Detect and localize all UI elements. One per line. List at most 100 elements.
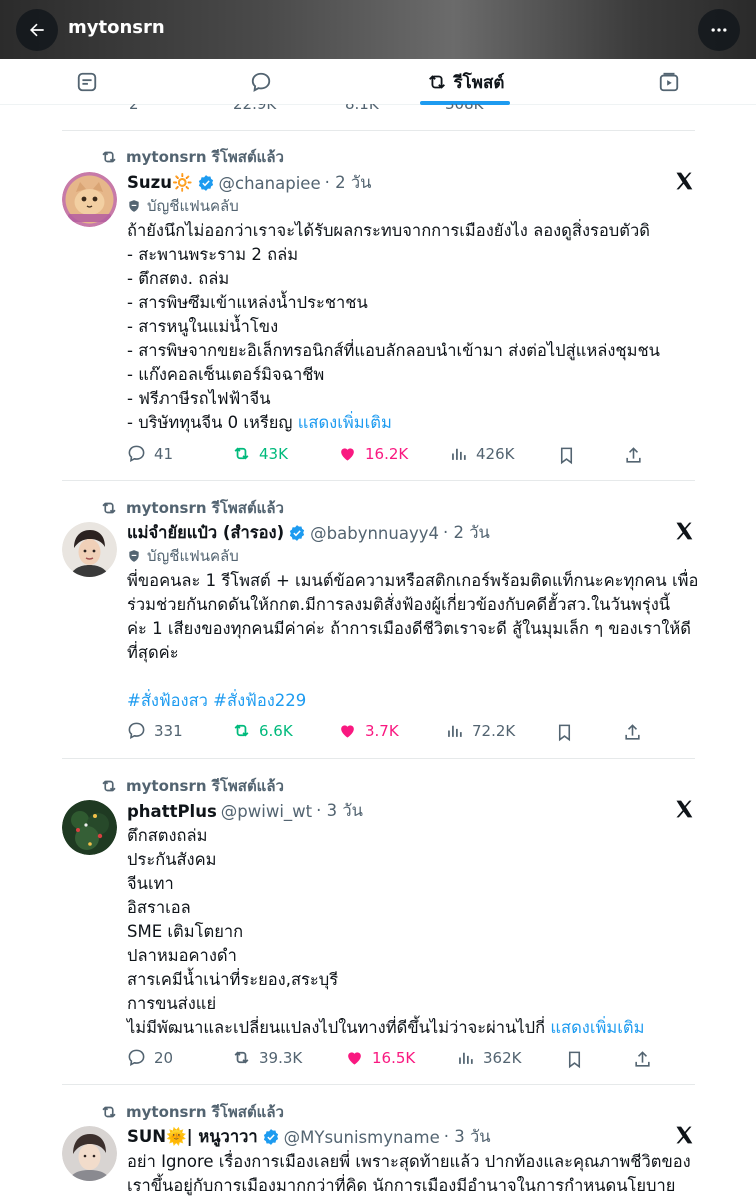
post-card[interactable]: mytonsrn รีโพสต์แล้ว แม่จำยัยแป๋ว (สำรอง…: [0, 480, 756, 758]
views-button[interactable]: 426K: [449, 444, 514, 463]
post-text-line: สารเคมีน้ำเน่าที่ระยอง,สระบุรี: [127, 970, 339, 989]
bookmark-icon[interactable]: [557, 446, 576, 465]
repost-count[interactable]: 22.9K: [233, 104, 276, 113]
repost-context-text: mytonsrn รีโพสต์แล้ว: [126, 777, 284, 795]
post-text-line: อย่า Ignore เรื่องการเมืองเลยพี่ เพราะสุ…: [127, 1152, 691, 1171]
user-handle[interactable]: @MYsunismyname: [284, 1128, 440, 1147]
post-card[interactable]: mytonsrn รีโพสต์แล้ว phattPlus @pwiwi_wt…: [0, 758, 756, 1084]
shield-badge-icon: [129, 550, 139, 562]
repost-icon: [102, 1106, 116, 1118]
repost-icon: [234, 447, 249, 460]
post-header: แม่จำยัยแป๋ว (สำรอง) @babynnuayy4 · 2 วั…: [127, 520, 490, 546]
tab-media[interactable]: [648, 59, 690, 105]
repost-context: mytonsrn รีโพสต์แล้ว: [100, 774, 284, 798]
x-logo-icon[interactable]: [674, 1125, 694, 1145]
post-text-line: การขนส่งแย่: [127, 994, 217, 1013]
post-time: · 2 วัน: [324, 173, 372, 192]
share-icon[interactable]: [633, 1050, 652, 1069]
back-button[interactable]: [16, 9, 58, 51]
display-name[interactable]: SUN🌞| หนูวาวา: [127, 1124, 258, 1150]
fanclub-label: บัญชีแฟนคลับ: [127, 194, 239, 218]
repost-button[interactable]: 43K: [232, 444, 288, 463]
christmas-tree-avatar-image: [62, 800, 117, 855]
post-text-line: - บริษัททุนจีน 0 เหรียญ แสดงเพิ่มเติม: [127, 411, 392, 435]
repost-context: mytonsrn รีโพสต์แล้ว: [100, 496, 284, 520]
views-button[interactable]: 72.2K: [445, 721, 515, 740]
reply-bubble-icon: [251, 72, 271, 92]
post-text-line: - สารหนูในแม่น้ำโขง: [127, 317, 279, 336]
reply-button[interactable]: 41: [127, 444, 173, 463]
like-count: 16.2K: [365, 444, 409, 463]
tab-replies[interactable]: [240, 59, 282, 105]
more-dots-icon: [711, 28, 727, 32]
view-count: 72.2K: [472, 721, 516, 740]
bookmark-icon[interactable]: [565, 1050, 584, 1069]
avatar[interactable]: [62, 172, 117, 227]
user-handle[interactable]: @chanapiee: [219, 174, 321, 193]
post-text-line: จีนเทา: [127, 874, 174, 893]
more-options-button[interactable]: [698, 9, 740, 51]
reply-count: 20: [154, 1048, 174, 1067]
display-name[interactable]: Suzu🔆: [127, 173, 193, 193]
reply-icon: [128, 1049, 145, 1067]
view-count[interactable]: 308K: [445, 104, 483, 113]
user-handle[interactable]: @babynnuayy4: [310, 524, 439, 543]
user-handle[interactable]: @pwiwi_wt: [221, 802, 312, 821]
repost-button[interactable]: 39.3K: [232, 1048, 302, 1067]
views-chart-icon: [452, 448, 466, 460]
repost-count: 6.6K: [259, 721, 293, 740]
display-name[interactable]: phattPlus: [127, 802, 217, 821]
post-text-last: - บริษัททุนจีน 0 เหรียญ: [127, 413, 293, 432]
repost-count: 43K: [259, 444, 288, 463]
reply-count: 41: [154, 444, 174, 463]
x-logo-icon[interactable]: [674, 521, 694, 541]
tab-reposts-label: รีโพสต์: [453, 72, 505, 93]
post-card[interactable]: mytonsrn รีโพสต์แล้ว Suzu🔆 @chanapiee · …: [0, 130, 756, 480]
arrow-left-icon: [30, 23, 44, 37]
avatar[interactable]: [62, 800, 117, 855]
like-count: 3.7K: [365, 721, 399, 740]
post-time: · 3 วัน: [443, 1127, 491, 1146]
like-button[interactable]: 16.5K: [345, 1048, 415, 1067]
tab-reposts[interactable]: รีโพสต์: [410, 59, 520, 105]
share-icon[interactable]: [624, 446, 643, 465]
avatar[interactable]: [62, 1126, 117, 1181]
x-logo-icon[interactable]: [674, 171, 694, 191]
tab-posts[interactable]: [66, 59, 108, 105]
repost-context-text: mytonsrn รีโพสต์แล้ว: [126, 148, 284, 166]
reply-icon: [128, 445, 145, 463]
post-text-last: ไม่มีพัฒนาและเปลี่ยนแปลงไปในทางที่ดีขึ้น…: [127, 1018, 546, 1037]
post-list-icon: [77, 72, 97, 92]
reply-button[interactable]: 20: [127, 1048, 173, 1067]
shield-badge-icon: [129, 200, 139, 212]
x-logo-icon[interactable]: [674, 799, 694, 819]
repost-context: mytonsrn รีโพสต์แล้ว: [100, 145, 284, 169]
post-card[interactable]: mytonsrn รีโพสต์แล้ว SUN🌞| หนูวาวา @MYsu…: [0, 1084, 756, 1200]
post-time: · 3 วัน: [316, 801, 363, 820]
share-icon[interactable]: [623, 723, 642, 742]
bookmark-icon[interactable]: [555, 723, 574, 742]
post-text-line: พี่ขอคนละ 1 รีโพสต์ + เมนต์ข้อความหรือสต…: [127, 571, 699, 590]
reply-icon: [128, 722, 145, 740]
reply-count[interactable]: 2: [129, 104, 139, 113]
like-button[interactable]: 16.2K: [338, 444, 408, 463]
fanclub-label: บัญชีแฟนคลับ: [127, 544, 239, 568]
repost-button[interactable]: 6.6K: [232, 721, 293, 740]
reply-button[interactable]: 331: [127, 721, 183, 740]
profile-title: mytonsrn: [68, 17, 165, 38]
display-name[interactable]: แม่จำยัยแป๋ว (สำรอง): [127, 520, 284, 546]
repost-icon: [234, 724, 249, 737]
previous-post-actions: 2 22.9K 8.1K 308K: [127, 104, 647, 114]
hashtags[interactable]: #สั่งฟ้องสว #สั่งฟ้อง229: [127, 689, 306, 713]
like-button[interactable]: 3.7K: [338, 721, 399, 740]
post-header: SUN🌞| หนูวาวา @MYsunismyname · 3 วัน: [127, 1124, 491, 1150]
show-more-link[interactable]: แสดงเพิ่มเติม: [550, 1018, 644, 1037]
post-text-line: ตึกสตงถล่ม: [127, 826, 208, 845]
views-button[interactable]: 362K: [456, 1048, 521, 1067]
like-count[interactable]: 8.1K: [345, 104, 379, 113]
post-text-line: - ฟรีภาษีรถไฟฟ้าจีน: [127, 389, 271, 408]
video-media-icon: [659, 72, 679, 92]
show-more-link[interactable]: แสดงเพิ่มเติม: [298, 413, 392, 432]
post-text-line: ปลาหมอคางดำ: [127, 946, 237, 965]
avatar[interactable]: [62, 522, 117, 577]
